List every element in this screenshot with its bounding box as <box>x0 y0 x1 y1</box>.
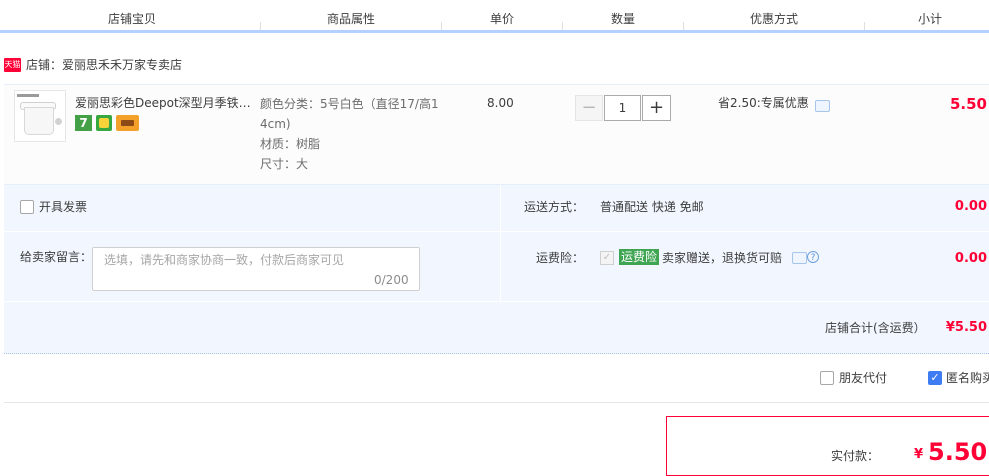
attribute-color: 颜色分类：5号白色（直径17/高1 <box>260 97 439 111</box>
discount-info-chat-icon[interactable] <box>815 100 830 112</box>
insurance-chat-icon[interactable] <box>792 252 807 264</box>
shop-name[interactable]: 店铺：爱丽思禾禾万家专卖店 <box>26 57 182 73</box>
shipping-method[interactable]: 普通配送 快递 免邮 <box>600 199 704 215</box>
credit-card-icon-inner <box>121 120 134 126</box>
unit-price: 8.00 <box>487 96 514 110</box>
options-divider <box>501 231 989 232</box>
thumbnail-label-mark <box>17 94 39 97</box>
insurance-label: 运费险： <box>536 251 585 265</box>
discount-text: 省2.50:专属优惠 <box>718 96 809 110</box>
footer-divider <box>4 402 989 403</box>
shop-total-value: ¥5.50 <box>945 320 987 335</box>
insurance-tag: 运费险 <box>619 249 660 265</box>
message-placeholder: 选填，请先和商家协商一致，付款后商家可见 <box>104 253 345 267</box>
insurance-checkbox: ✓ <box>600 251 614 265</box>
tmall-shop-icon: 天猫 <box>4 58 21 72</box>
pay-amount: 5.50 <box>928 438 988 466</box>
anonymous-checkbox[interactable]: ✓ <box>928 371 942 385</box>
invoice-label: 开具发票 <box>39 200 88 214</box>
bucket-graphic <box>24 107 54 135</box>
shipping-amount: 0.00 <box>954 199 987 214</box>
insurance-amount: 0.00 <box>954 251 987 266</box>
friend-pay-label: 朋友代付 <box>839 371 888 385</box>
quantity-increase-button[interactable]: + <box>642 95 671 121</box>
header-discount: 优惠方式 <box>749 12 798 26</box>
attribute-material: 材质：树脂 <box>260 137 321 151</box>
message-char-count: 0/200 <box>374 273 409 287</box>
insurance-description: 卖家赠送，退换货可赔 <box>662 251 783 265</box>
header-shop-item: 店铺宝贝 <box>107 12 156 26</box>
header-unit-price: 单价 <box>489 12 514 26</box>
header-underline <box>0 30 989 33</box>
message-label: 给卖家留言： <box>20 250 93 264</box>
seven-day-return-icon[interactable]: 7 <box>75 115 92 131</box>
item-subtotal: 5.50 <box>949 95 987 113</box>
quantity-input[interactable]: 1 <box>604 95 641 121</box>
pay-currency: ¥ <box>914 447 924 462</box>
friend-pay-checkbox[interactable] <box>820 371 834 385</box>
options-divider-vertical <box>500 185 501 301</box>
product-title-link[interactable]: 爱丽思彩色Deepot深型月季铁… <box>75 95 253 111</box>
quantity-decrease-button[interactable]: − <box>575 95 603 121</box>
shipping-label: 运送方式： <box>524 200 585 214</box>
anonymous-label: 匿名购买 <box>946 371 989 385</box>
thumbnail-color-dot <box>55 118 62 125</box>
header-quantity: 数量 <box>610 12 635 26</box>
header-attributes: 商品属性 <box>326 12 375 26</box>
attribute-size: 尺寸：大 <box>260 157 309 171</box>
invoice-checkbox[interactable] <box>20 200 34 214</box>
attribute-color-cont: 4cm) <box>260 117 291 131</box>
pay-label: 实付款： <box>831 449 880 463</box>
header-subtotal: 小计 <box>917 12 942 26</box>
options-divider <box>4 231 500 232</box>
options-divider <box>4 301 989 302</box>
insurance-help-icon[interactable]: ? <box>807 251 819 263</box>
shop-total-label: 店铺合计(含运费） <box>825 321 926 335</box>
service-guarantee-icon-inner <box>99 118 109 128</box>
